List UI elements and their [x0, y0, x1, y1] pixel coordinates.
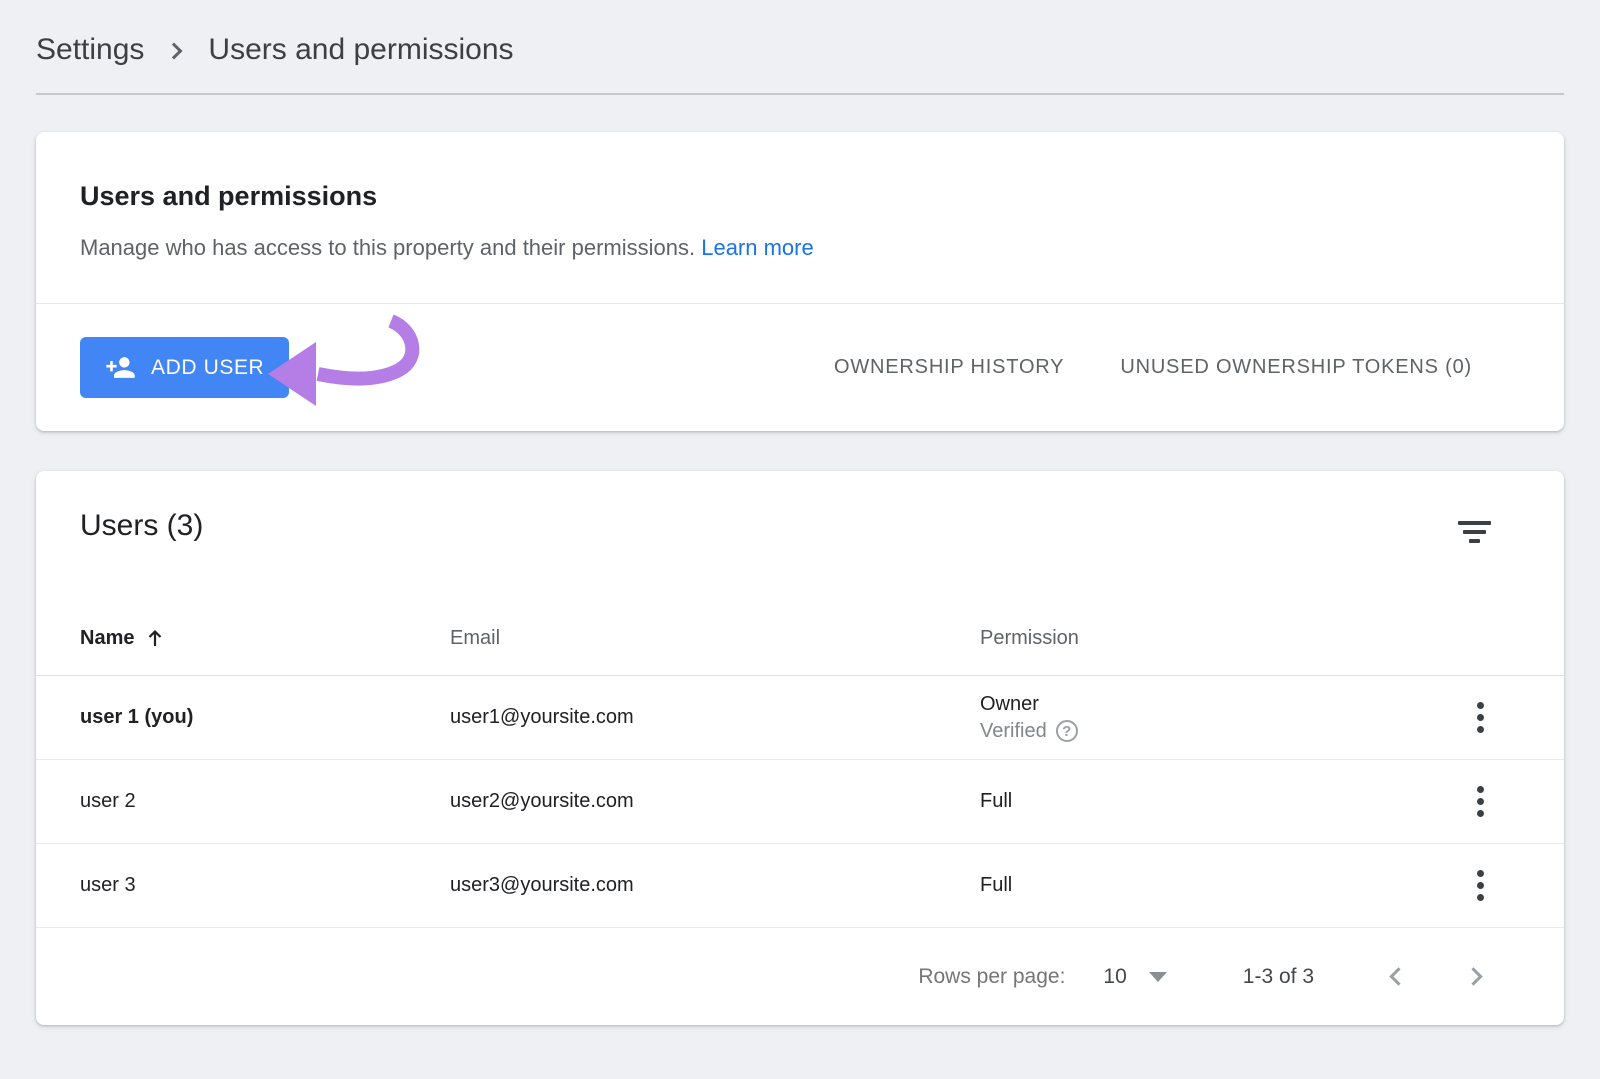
- user-email: user3@yoursite.com: [450, 874, 980, 897]
- help-icon[interactable]: ?: [1056, 720, 1078, 742]
- learn-more-link[interactable]: Learn more: [701, 235, 814, 260]
- filter-icon: [1458, 521, 1491, 543]
- settings-page: Settings Users and permissions Users and…: [0, 0, 1600, 1025]
- add-user-button[interactable]: ADD USER: [80, 337, 289, 398]
- permission-level: Owner: [980, 691, 1440, 718]
- user-email: user1@yoursite.com: [450, 706, 980, 729]
- table-header-row: Name Email Permission: [36, 601, 1564, 676]
- kebab-menu-icon: [1477, 702, 1484, 733]
- user-permission: Owner Verified ?: [980, 691, 1440, 745]
- breadcrumb-settings[interactable]: Settings: [36, 33, 144, 67]
- person-add-icon: [105, 352, 136, 383]
- header-divider: [36, 93, 1564, 95]
- kebab-menu-icon: [1477, 786, 1484, 817]
- kebab-menu-icon: [1477, 870, 1484, 901]
- dropdown-caret-icon[interactable]: [1149, 972, 1167, 982]
- user-name: user 2: [80, 790, 450, 813]
- sort-ascending-icon: [146, 628, 164, 648]
- permissions-card: Users and permissions Manage who has acc…: [36, 132, 1564, 431]
- pagination-bar: Rows per page: 10 1-3 of 3: [36, 928, 1564, 1025]
- users-card: Users (3) Name Email Permission: [36, 471, 1564, 1025]
- table-row: user 3 user3@yoursite.com Full: [36, 844, 1564, 928]
- description-text: Manage who has access to this property a…: [80, 235, 695, 260]
- breadcrumb: Settings Users and permissions: [36, 0, 1564, 67]
- unused-ownership-tokens-button[interactable]: UNUSED OWNERSHIP TOKENS (0): [1120, 356, 1472, 379]
- permission-sub-label: Verified: [980, 718, 1047, 745]
- row-menu-button[interactable]: [1473, 782, 1488, 821]
- pagination-range-label: 1-3 of 3: [1243, 965, 1314, 989]
- table-row: user 1 (you) user1@yoursite.com Owner Ve…: [36, 676, 1564, 760]
- page-title: Users and permissions: [80, 180, 1520, 212]
- users-card-header: Users (3): [36, 471, 1564, 545]
- chevron-right-icon: [166, 43, 183, 60]
- user-permission: Full: [980, 872, 1440, 899]
- column-header-email[interactable]: Email: [450, 627, 980, 650]
- permissions-card-header: Users and permissions Manage who has acc…: [36, 132, 1564, 303]
- breadcrumb-current: Users and permissions: [208, 33, 513, 67]
- name-header-label: Name: [80, 627, 134, 650]
- rows-per-page-label: Rows per page:: [918, 965, 1065, 989]
- row-menu-button[interactable]: [1473, 866, 1488, 905]
- user-name: user 1 (you): [80, 706, 450, 729]
- filter-button[interactable]: [1456, 519, 1493, 545]
- rows-per-page-value[interactable]: 10: [1103, 965, 1126, 989]
- users-count-title: Users (3): [80, 507, 203, 545]
- actions-row: ADD USER OWNERSHIP HISTORY UNUSED OWNERS…: [36, 304, 1564, 431]
- ownership-history-button[interactable]: OWNERSHIP HISTORY: [834, 356, 1064, 379]
- previous-page-icon[interactable]: [1389, 967, 1407, 985]
- user-name: user 3: [80, 874, 450, 897]
- user-email: user2@yoursite.com: [450, 790, 980, 813]
- page-description: Manage who has access to this property a…: [80, 234, 1520, 262]
- next-page-icon[interactable]: [1464, 967, 1482, 985]
- column-header-name[interactable]: Name: [80, 627, 450, 650]
- user-permission: Full: [980, 788, 1440, 815]
- row-menu-button[interactable]: [1473, 698, 1488, 737]
- table-row: user 2 user2@yoursite.com Full: [36, 760, 1564, 844]
- column-header-permission[interactable]: Permission: [980, 627, 1440, 650]
- add-user-label: ADD USER: [151, 356, 264, 380]
